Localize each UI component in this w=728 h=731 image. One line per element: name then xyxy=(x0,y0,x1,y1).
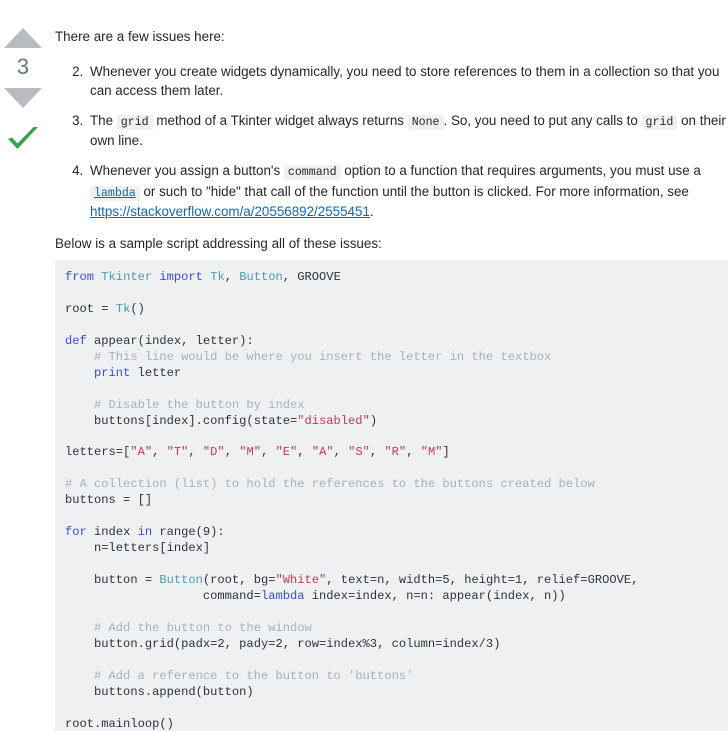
code-token: root.mainloop() xyxy=(65,716,174,731)
issues-list: Whenever you create widgets dynamically,… xyxy=(55,62,728,221)
code-token: print xyxy=(94,365,131,380)
checkmark-icon xyxy=(5,124,41,154)
list-item-text: method of a Tkinter widget always return… xyxy=(152,112,408,128)
code-token: , xyxy=(152,445,167,460)
code-token: , xyxy=(224,270,240,284)
list-item: Whenever you create widgets dynamically,… xyxy=(87,62,728,100)
vote-cell: 3 xyxy=(0,0,46,154)
code-token: lambda xyxy=(260,589,305,604)
code-token: from xyxy=(65,270,95,284)
code-token: range(9): xyxy=(152,525,225,540)
code-token: buttons = [] xyxy=(65,493,153,508)
code-token: "T" xyxy=(166,445,189,460)
code-token: buttons[index].config(state= xyxy=(65,413,298,428)
code-token: letters=[ xyxy=(65,445,131,460)
code-token: # A collection (list) to hold the refere… xyxy=(65,477,595,492)
code-token: , xyxy=(261,445,276,460)
list-item-text: . So, you need to put any calls to xyxy=(443,112,642,128)
list-item: The grid method of a Tkinter widget alwa… xyxy=(87,111,728,150)
code-token: import xyxy=(159,270,203,284)
code-token: "D" xyxy=(202,445,225,460)
code-token: "A" xyxy=(311,445,334,460)
code-token: button.grid(padx=2, pady=2, row=index%3,… xyxy=(65,636,501,651)
code-token: , xyxy=(333,445,349,460)
list-item-text: The xyxy=(90,112,117,128)
code-token: n=letters[index] xyxy=(65,541,211,556)
list-item-text: or such to "hide" that call of the funct… xyxy=(139,183,689,199)
code-token: "White" xyxy=(275,573,327,588)
code-token: "M" xyxy=(420,445,443,460)
code-token: # Add the button to the window xyxy=(65,620,312,635)
code-token: for xyxy=(65,525,87,540)
post-body: There are a few issues here: Whenever yo… xyxy=(55,28,728,269)
code-token: letter xyxy=(130,365,182,380)
lambda-doc-link[interactable]: lambda xyxy=(94,187,136,200)
code-token: , xyxy=(369,445,385,460)
code-block: from Tkinter import Tk, Button, GROOVE r… xyxy=(55,260,728,731)
code-token: , xyxy=(224,445,240,460)
sample-intro-paragraph: Below is a sample script addressing all … xyxy=(55,236,382,252)
code-token: Button xyxy=(159,573,203,588)
code-token: index xyxy=(86,525,138,540)
answer-post: 3 There are a few issues here: Whenever … xyxy=(0,0,728,731)
code-token: index=index, n=n: appear(index, n)) xyxy=(304,589,566,604)
code-token: command= xyxy=(65,589,261,604)
triangle-down-icon[interactable] xyxy=(4,88,42,108)
vote-count: 3 xyxy=(16,54,30,79)
reference-link[interactable]: https://stackoverflow.com/a/20556892/255… xyxy=(90,204,370,219)
list-item: Whenever you assign a button's command o… xyxy=(87,161,728,221)
intro-paragraph: There are a few issues here: xyxy=(55,29,225,44)
code-token: ] xyxy=(442,445,450,460)
code-token: Tk xyxy=(210,270,225,284)
code-token: "E" xyxy=(275,445,298,460)
list-item-text: . xyxy=(369,204,374,220)
code-token: root = xyxy=(65,301,116,316)
code-token: "disabled" xyxy=(297,413,370,428)
code-token: in xyxy=(137,525,153,540)
inline-code: command xyxy=(283,165,341,181)
code-content: from Tkinter import Tk, Button, GROOVE r… xyxy=(65,270,728,731)
code-token: "M" xyxy=(239,445,261,460)
triangle-up-icon[interactable] xyxy=(4,28,42,48)
code-token: appear(index, letter): xyxy=(86,333,254,348)
code-token: buttons.append(button) xyxy=(65,684,254,699)
code-token: def xyxy=(65,333,87,348)
inline-code: grid xyxy=(116,114,153,130)
code-token: Tkinter xyxy=(101,270,153,284)
list-item-text: option to a function that requires argum… xyxy=(340,163,701,179)
code-token: "S" xyxy=(348,445,370,460)
code-token: , GROOVE xyxy=(282,270,341,284)
code-token: ) xyxy=(369,413,378,428)
inline-code-link[interactable]: lambda xyxy=(90,185,140,201)
list-item-text: Whenever you assign a button's xyxy=(90,163,284,179)
code-token: , xyxy=(297,445,312,460)
code-token: # Add a reference to the button to 'butt… xyxy=(65,668,414,683)
code-token: (root, bg= xyxy=(202,573,276,588)
list-item-text: Whenever you create widgets dynamically,… xyxy=(90,63,720,98)
code-token: , xyxy=(406,445,421,460)
code-token: , text=n, width=5, height=1, relief=GROO… xyxy=(326,573,639,588)
code-token: "A" xyxy=(130,445,153,460)
code-token: # Disable the button by index xyxy=(65,397,305,412)
code-token: button = xyxy=(65,573,160,588)
code-token: Button xyxy=(239,270,283,284)
code-token: # This line would be where you insert th… xyxy=(65,349,552,364)
code-token: "R" xyxy=(384,445,407,460)
inline-code: grid xyxy=(641,114,678,130)
code-token: () xyxy=(130,301,145,316)
code-token: , xyxy=(188,445,203,460)
inline-code: None xyxy=(407,114,444,130)
code-token: Tk xyxy=(115,301,131,316)
